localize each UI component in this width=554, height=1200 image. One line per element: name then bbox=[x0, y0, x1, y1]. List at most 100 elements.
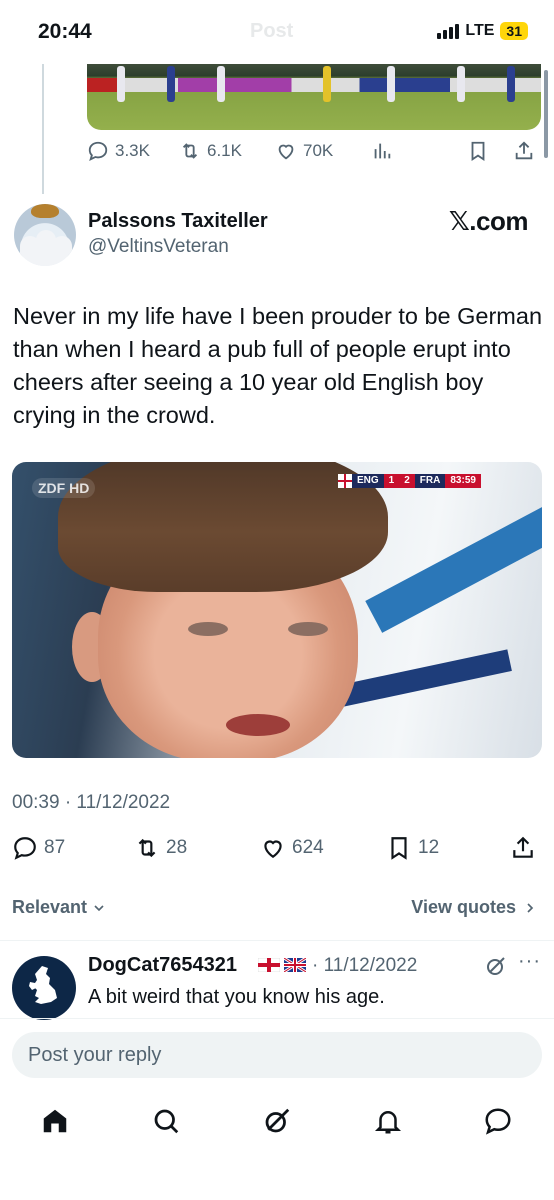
tweet-text: Never in my life have I been prouder to … bbox=[13, 303, 543, 428]
signal-icon bbox=[437, 23, 460, 39]
tweet-actions: 87 28 624 12 bbox=[12, 835, 542, 867]
grok-tab-icon bbox=[265, 1108, 290, 1133]
view-quotes-label: View quotes bbox=[411, 897, 516, 917]
share-button[interactable] bbox=[510, 835, 536, 861]
author-display-name[interactable]: Palssons Taxiteller bbox=[88, 210, 268, 233]
score-clock: 83:59 bbox=[445, 474, 481, 488]
bottom-tab-bar bbox=[0, 1095, 554, 1150]
shirt-stripe bbox=[365, 507, 542, 633]
views-button[interactable] bbox=[371, 140, 393, 162]
avatar[interactable] bbox=[14, 204, 76, 266]
brand-watermark: 𝕏.com bbox=[448, 206, 529, 236]
mouth-shape bbox=[226, 714, 290, 736]
status-bar: 20:44 Post LTE 31 bbox=[0, 0, 554, 64]
sort-label: Relevant bbox=[12, 897, 88, 917]
messages-icon bbox=[485, 1108, 511, 1135]
repost-icon bbox=[138, 838, 156, 858]
scoreboard: ENG 1 2 FRA 83:59 bbox=[338, 474, 481, 488]
uk-map-icon bbox=[29, 966, 57, 1004]
broadcaster-logo: ZDF HD bbox=[32, 478, 96, 498]
battery-icon: 31 bbox=[500, 22, 528, 40]
player-figure bbox=[507, 66, 515, 102]
reply-author-flags bbox=[258, 958, 306, 972]
repost-icon bbox=[182, 143, 198, 159]
reply-icon bbox=[14, 837, 36, 860]
player-figure bbox=[387, 66, 395, 102]
tweet-photo[interactable]: ZDF HD ENG 1 2 FRA 83:59 bbox=[12, 462, 542, 758]
reply-input[interactable] bbox=[12, 1032, 542, 1078]
repost-count: 28 bbox=[166, 837, 188, 858]
score-away-team: FRA bbox=[414, 474, 446, 488]
like-icon bbox=[264, 840, 282, 858]
england-flag-icon bbox=[258, 958, 280, 972]
england-flag-icon bbox=[338, 474, 352, 488]
author-handle[interactable]: @VeltinsVeteran bbox=[88, 236, 229, 258]
search-icon bbox=[154, 1109, 179, 1134]
uk-flag-icon bbox=[284, 958, 306, 972]
like-count: 624 bbox=[292, 837, 324, 858]
status-indicators: LTE 31 bbox=[437, 22, 528, 40]
tab-grok[interactable] bbox=[259, 1103, 295, 1139]
reply-button[interactable]: 3.3K bbox=[87, 140, 150, 162]
player-figure bbox=[323, 66, 331, 102]
divider bbox=[0, 1018, 554, 1019]
tab-search[interactable] bbox=[148, 1103, 184, 1139]
player-figure bbox=[217, 66, 225, 102]
chevron-down-icon bbox=[94, 904, 104, 911]
like-icon bbox=[278, 144, 294, 160]
tweet-timestamp: 00:39 · 11/12/2022 bbox=[12, 792, 171, 813]
repost-button[interactable]: 6.1K bbox=[179, 140, 242, 162]
reply-text: A bit weird that you know his age. bbox=[88, 986, 385, 1008]
reply-icon bbox=[88, 141, 108, 161]
player-figure bbox=[457, 66, 465, 102]
trophy-shape bbox=[31, 204, 59, 218]
share-button[interactable] bbox=[513, 140, 535, 162]
reply-button[interactable]: 87 bbox=[12, 835, 65, 861]
reply-date: · 11/12/2022 bbox=[312, 955, 418, 976]
view-quotes-link[interactable]: View quotes bbox=[411, 897, 538, 918]
chevron-right-icon bbox=[527, 902, 534, 913]
tab-messages[interactable] bbox=[480, 1103, 516, 1139]
score-away-goals: 2 bbox=[399, 474, 415, 488]
like-button[interactable]: 70K bbox=[275, 140, 333, 162]
grok-icon bbox=[487, 957, 505, 975]
bookmark-icon bbox=[471, 141, 485, 161]
views-icon bbox=[374, 143, 391, 159]
reply-count: 3.3K bbox=[115, 141, 150, 160]
bookmark-button[interactable]: 12 bbox=[386, 835, 439, 861]
status-ghost-title: Post bbox=[250, 20, 294, 42]
score-home-team: ENG bbox=[352, 474, 384, 488]
reply-author-name[interactable]: DogCat7654321 bbox=[88, 954, 237, 977]
more-icon[interactable]: ··· bbox=[518, 950, 541, 973]
thread-line bbox=[42, 64, 44, 194]
notifications-icon bbox=[374, 1111, 402, 1134]
sort-replies-dropdown[interactable]: Relevant bbox=[12, 897, 107, 918]
grok-button[interactable] bbox=[484, 954, 508, 983]
bookmark-count: 12 bbox=[418, 837, 440, 858]
player-figure bbox=[167, 66, 175, 102]
bookmark-button[interactable] bbox=[467, 140, 489, 162]
repost-count: 6.1K bbox=[207, 141, 242, 160]
repost-button[interactable]: 28 bbox=[134, 835, 187, 861]
home-icon bbox=[43, 1109, 67, 1133]
score-home-goals: 1 bbox=[383, 474, 400, 488]
reply-avatar[interactable] bbox=[12, 956, 76, 1020]
share-icon bbox=[515, 141, 533, 160]
player-figure bbox=[117, 66, 125, 102]
status-time: 20:44 bbox=[38, 20, 92, 43]
reply-count: 87 bbox=[44, 837, 66, 858]
tab-home[interactable] bbox=[37, 1103, 73, 1139]
like-count: 70K bbox=[303, 141, 334, 160]
previous-tweet-media[interactable] bbox=[87, 64, 541, 130]
share-icon bbox=[513, 836, 533, 858]
previous-tweet-actions: 3.3K 6.1K 70K bbox=[87, 140, 541, 170]
stadium-ad-boards bbox=[87, 78, 541, 92]
bookmark-icon bbox=[391, 837, 407, 860]
eye-shape bbox=[188, 622, 228, 636]
divider bbox=[0, 940, 554, 941]
scrollbar[interactable] bbox=[544, 70, 548, 158]
tab-notifications[interactable] bbox=[370, 1103, 406, 1139]
person-shape bbox=[52, 236, 72, 266]
like-button[interactable]: 624 bbox=[260, 835, 324, 861]
network-label: LTE bbox=[465, 22, 495, 39]
